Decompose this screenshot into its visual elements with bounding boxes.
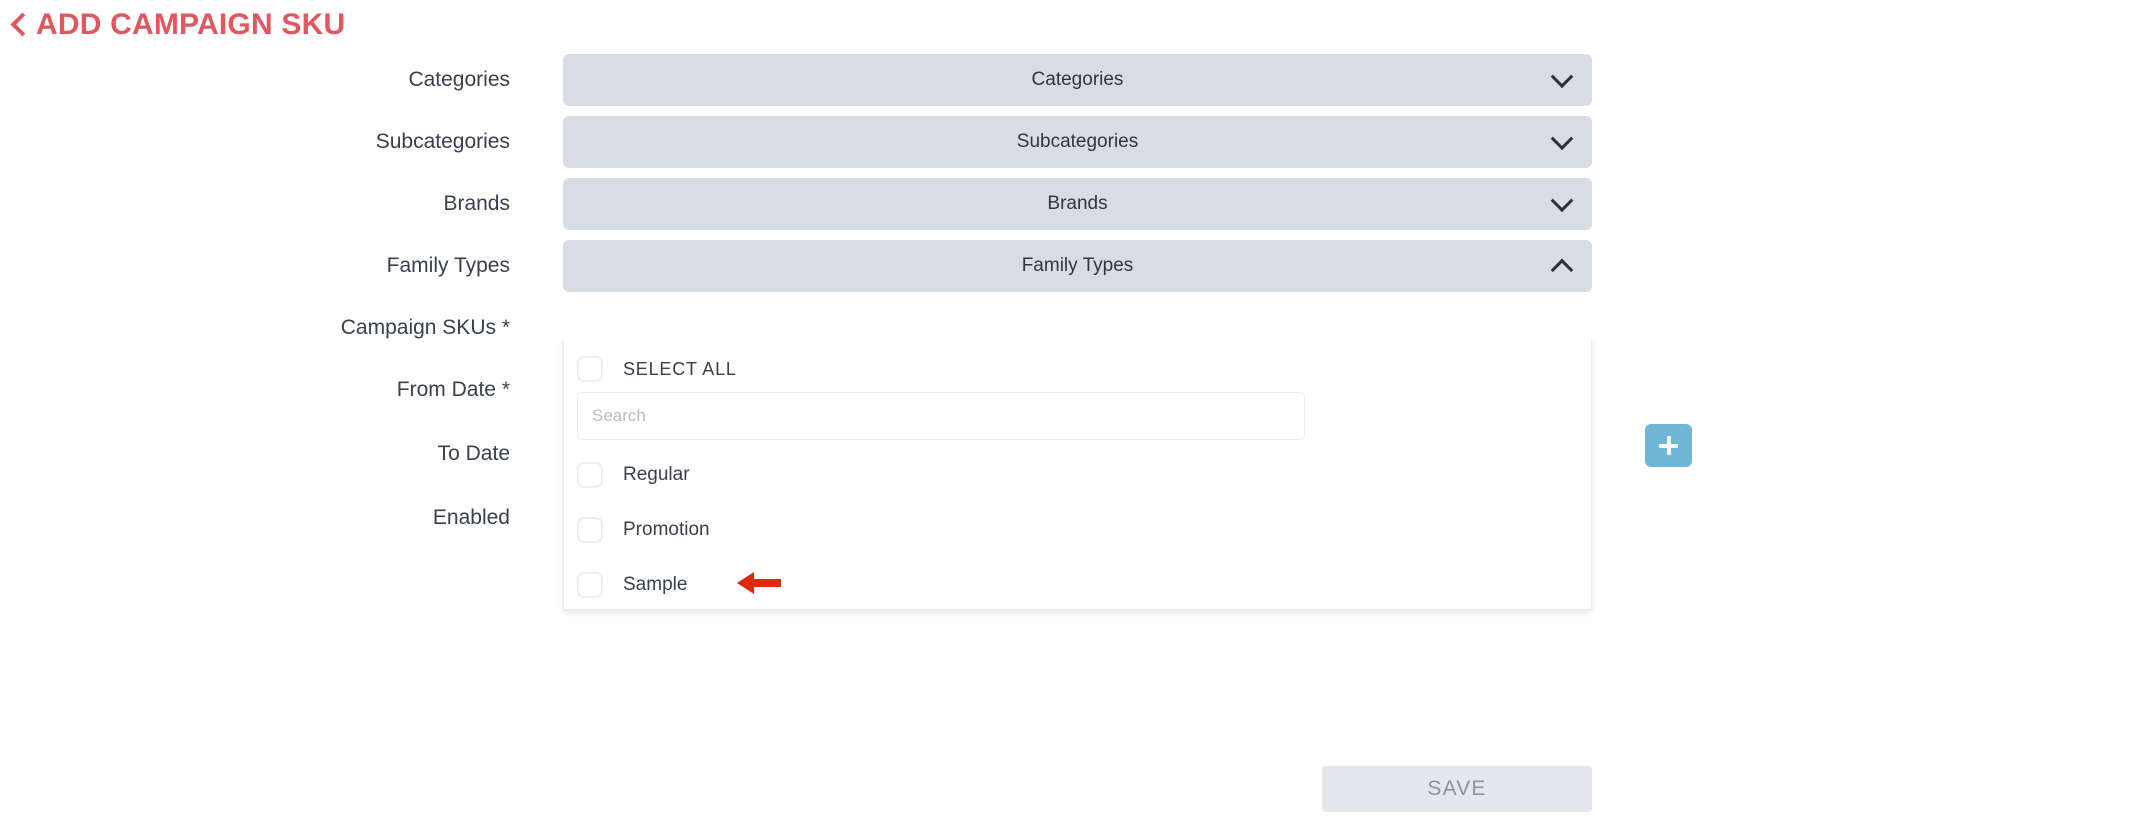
form-row-subcategories: Subcategories Subcategories (0, 116, 1600, 168)
label-campaign-skus: Campaign SKUs * (340, 316, 510, 339)
option-select-all-label: SELECT ALL (623, 358, 737, 379)
option-sample-label: Sample (623, 574, 688, 595)
select-family-types-value: Family Types (1021, 255, 1134, 276)
select-family-types[interactable]: Family Types (563, 240, 1592, 292)
option-promotion[interactable]: Promotion (564, 507, 1591, 553)
select-subcategories[interactable]: Subcategories (563, 116, 1592, 168)
control-brands: Brands (563, 178, 1592, 230)
option-promotion-label: Promotion (623, 519, 710, 540)
label-to-date: To Date (437, 442, 510, 465)
save-button[interactable]: SAVE (1322, 766, 1592, 812)
control-categories: Categories (563, 54, 1592, 106)
form-row-family-types: Family Types Family Types (0, 240, 1600, 292)
page-title[interactable]: ADD CAMPAIGN SKU (10, 8, 346, 42)
form-row-brands: Brands Brands (0, 178, 1600, 230)
label-subcategories: Subcategories (375, 130, 510, 153)
label-brands: Brands (443, 192, 510, 215)
checkbox-promotion[interactable] (577, 517, 603, 543)
chevron-down-icon[interactable] (1550, 127, 1574, 151)
label-categories: Categories (408, 68, 510, 91)
option-regular-label: Regular (623, 464, 690, 485)
search-field-wrapper (577, 392, 1305, 440)
search-input[interactable] (577, 392, 1305, 440)
select-categories[interactable]: Categories (563, 54, 1592, 106)
control-family-types: Family Types (563, 240, 1592, 292)
option-sample[interactable]: Sample (564, 562, 1591, 608)
page-title-text: ADD CAMPAIGN SKU (36, 8, 346, 41)
add-campaign-sku-button[interactable] (1645, 424, 1692, 467)
control-subcategories: Subcategories (563, 116, 1592, 168)
plus-icon-bar (1659, 443, 1678, 448)
option-select-all[interactable]: SELECT ALL (564, 346, 1591, 392)
select-brands[interactable]: Brands (563, 178, 1592, 230)
select-brands-value: Brands (1047, 193, 1108, 214)
checkbox-sample[interactable] (577, 572, 603, 598)
checkbox-regular[interactable] (577, 462, 603, 488)
label-enabled: Enabled (432, 506, 510, 529)
chevron-left-icon[interactable] (10, 11, 35, 37)
select-categories-value: Categories (1031, 69, 1124, 90)
label-family-types: Family Types (386, 254, 510, 277)
chevron-down-icon[interactable] (1550, 189, 1574, 213)
family-types-dropdown-panel: SELECT ALL Regular Promotion Sample (563, 340, 1592, 610)
select-subcategories-value: Subcategories (1016, 131, 1139, 152)
label-from-date: From Date * (396, 378, 510, 401)
option-regular[interactable]: Regular (564, 452, 1591, 498)
checkbox-select-all[interactable] (577, 356, 603, 382)
chevron-down-icon[interactable] (1550, 65, 1574, 89)
chevron-up-icon[interactable] (1550, 258, 1574, 282)
form-row-categories: Categories Categories (0, 54, 1600, 106)
